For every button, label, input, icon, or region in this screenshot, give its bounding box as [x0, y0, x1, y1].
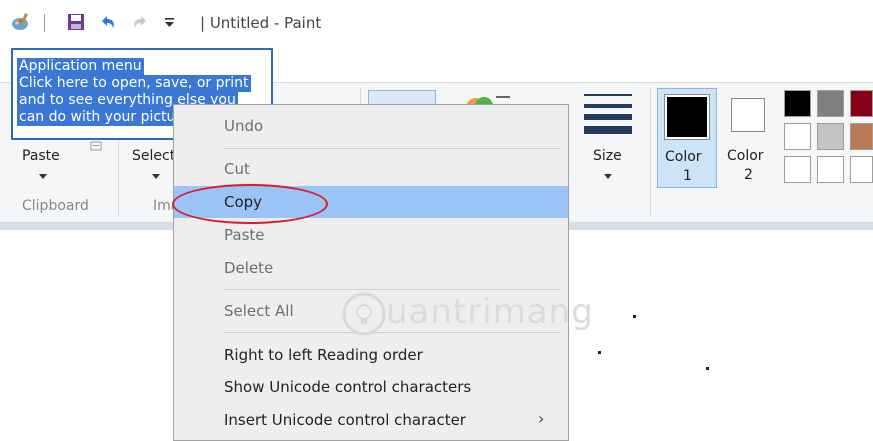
canvas-dot [598, 351, 601, 354]
menu-separator [224, 148, 560, 149]
palette-swatch[interactable] [817, 123, 844, 150]
menu-item-undo[interactable]: Undo [174, 110, 568, 142]
menu-item-cut[interactable]: Cut [174, 153, 568, 185]
palette-swatch[interactable] [850, 156, 873, 183]
image-group-label: Image [153, 198, 173, 214]
annotation-highlight-oval [172, 184, 328, 224]
size-line-thin [584, 94, 632, 96]
palette-swatch[interactable] [784, 156, 811, 183]
menu-item-show-unicode[interactable]: Show Unicode control characters [174, 371, 568, 403]
menu-item-delete[interactable]: Delete [174, 252, 568, 284]
color1-label: Color [665, 149, 702, 165]
palette-swatch[interactable] [850, 123, 873, 150]
tooltip-line: can do with your picture. [17, 109, 196, 126]
color1-button[interactable]: Color 1 [657, 88, 717, 188]
paste-button[interactable]: Paste [10, 140, 80, 186]
tooltip-title: Application menu [17, 58, 144, 75]
select-label: Select [132, 148, 174, 164]
menu-item-label: Undo [224, 117, 264, 135]
size-line-thick [584, 114, 632, 120]
chevron-down-icon [152, 174, 160, 179]
palette-swatch[interactable] [850, 90, 873, 117]
select-button[interactable]: Select [124, 140, 174, 186]
menu-item-paste[interactable]: Paste [174, 219, 568, 251]
undo-icon[interactable] [98, 12, 118, 32]
menu-item-label: Show Unicode control characters [224, 378, 472, 396]
context-menu: Undo Cut Copy Paste Delete Select All Ri… [173, 104, 569, 441]
save-icon[interactable] [66, 12, 86, 32]
clipboard-group-label: Clipboard [22, 198, 89, 214]
paint-app-icon[interactable] [11, 12, 31, 32]
chevron-down-icon [39, 174, 47, 179]
color2-swatch [731, 98, 765, 132]
toolbar-separator [44, 14, 45, 32]
menu-item-label: Insert Unicode control character [224, 411, 466, 429]
color2-number: 2 [744, 167, 753, 183]
color2-button[interactable]: Color 2 [722, 88, 778, 188]
tooltip-line: Click here to open, save, or print [17, 75, 251, 92]
menu-item-label: Select All [224, 302, 294, 320]
palette-swatch[interactable] [784, 90, 811, 117]
color1-number: 1 [683, 168, 692, 184]
color2-label: Color [727, 148, 764, 164]
watermark-logo-icon [342, 292, 386, 336]
window-title: | Untitled - Paint [200, 14, 322, 32]
menu-item-label: Cut [224, 160, 250, 178]
palette-swatch[interactable] [784, 123, 811, 150]
menu-item-insert-unicode[interactable]: Insert Unicode control character › [174, 404, 568, 436]
menu-item-label: Delete [224, 259, 274, 277]
palette-swatch[interactable] [817, 90, 844, 117]
clipboard-small-icon [90, 141, 102, 151]
group-separator [650, 88, 651, 216]
menu-item-label: Paste [224, 226, 265, 244]
color1-swatch [664, 94, 710, 140]
menu-item-rtl-reading-order[interactable]: Right to left Reading order [174, 339, 568, 371]
size-line-medium [584, 104, 632, 108]
image-group-label-clip: Image [150, 198, 173, 218]
quick-access-toolbar: | Untitled - Paint [0, 0, 873, 46]
size-button[interactable]: Size [580, 90, 636, 186]
submenu-arrow-icon: › [538, 409, 545, 428]
customize-qat-icon[interactable] [160, 12, 180, 32]
watermark: uantrimang [340, 288, 640, 340]
chevron-down-icon [604, 174, 612, 179]
paste-label: Paste [22, 148, 60, 164]
palette-swatch[interactable] [817, 156, 844, 183]
size-label: Size [593, 148, 622, 164]
size-line-heavy [584, 126, 632, 134]
redo-icon[interactable] [130, 12, 150, 32]
canvas-dot [706, 367, 709, 370]
watermark-text: uantrimang [386, 292, 594, 332]
menu-item-label: Right to left Reading order [224, 346, 423, 364]
